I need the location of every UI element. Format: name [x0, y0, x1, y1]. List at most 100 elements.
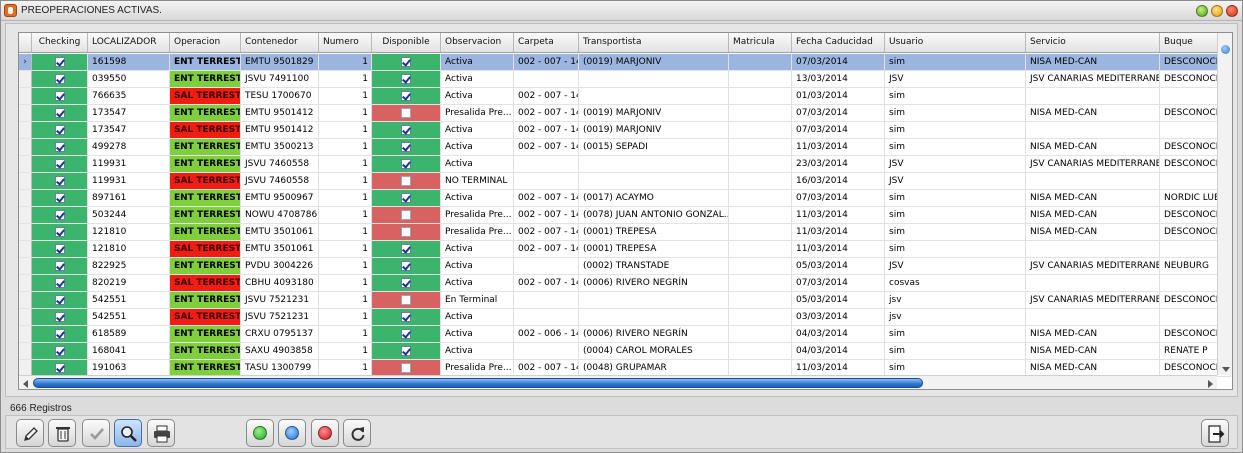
row-indicator[interactable]: › — [19, 54, 32, 70]
edit-button[interactable] — [16, 419, 44, 447]
blue-filter-button[interactable] — [278, 419, 306, 447]
disponible-checkbox[interactable] — [401, 278, 411, 288]
table-row[interactable]: 039550ENT TERRESTREJSVU 74911001 Activa 13… — [19, 71, 1231, 88]
search-button[interactable] — [114, 419, 142, 447]
table-row[interactable]: 173547ENT TERRESTREEMTU 95014121 Presalid… — [19, 105, 1231, 122]
table-row[interactable]: 822925ENT TERRESTREPVDU 30042261 Activa (0… — [19, 258, 1231, 275]
column-header-operacion[interactable]: Operacion — [170, 33, 241, 53]
disponible-checkbox[interactable] — [401, 91, 411, 101]
row-indicator[interactable] — [19, 139, 32, 155]
minimize-button[interactable] — [1196, 5, 1208, 17]
column-header-checking[interactable]: Checking — [32, 33, 88, 53]
disponible-checkbox[interactable] — [401, 295, 411, 305]
checking-checkbox[interactable] — [54, 295, 65, 305]
disponible-checkbox[interactable] — [401, 159, 411, 169]
checking-checkbox[interactable] — [54, 159, 65, 169]
row-indicator[interactable] — [19, 190, 32, 206]
table-row[interactable]: 766635SAL TERRESTRETESU 17006701 Activa00… — [19, 88, 1231, 105]
horizontal-scroll-thumb[interactable] — [33, 378, 923, 388]
row-indicator[interactable] — [19, 71, 32, 87]
disponible-checkbox[interactable] — [401, 312, 411, 322]
table-row[interactable]: 499278ENT TERRESTREEMTU 35002131 Activa00… — [19, 139, 1231, 156]
row-indicator[interactable] — [19, 309, 32, 325]
disponible-checkbox[interactable] — [401, 261, 411, 271]
data-grid[interactable]: Checking LOCALIZADOR Operacion Contenedor Nu… — [18, 32, 1233, 390]
exit-button[interactable] — [1201, 419, 1229, 447]
table-row[interactable]: 173547SAL TERRESTREEMTU 95014121 Activa00… — [19, 122, 1231, 139]
row-indicator[interactable] — [19, 343, 32, 359]
checking-checkbox[interactable] — [54, 312, 65, 322]
disponible-checkbox[interactable] — [401, 74, 411, 84]
horizontal-scrollbar[interactable] — [19, 375, 1217, 389]
table-row[interactable]: 121810SAL TERRESTREEMTU 35010611 Activa00… — [19, 241, 1231, 258]
checking-checkbox[interactable] — [54, 125, 65, 135]
table-row[interactable]: 618589ENT TERRESTRECRXU 07951371 Activa00… — [19, 326, 1231, 343]
disponible-checkbox[interactable] — [401, 125, 411, 135]
column-header-carpeta[interactable]: Carpeta — [514, 33, 579, 53]
row-indicator[interactable] — [19, 105, 32, 121]
row-indicator[interactable] — [19, 258, 32, 274]
table-row[interactable]: 542551SAL TERRESTREJSVU 75212311 Activa 03… — [19, 309, 1231, 326]
table-row[interactable]: 503244ENT TERRESTRENOWU 47087861 Presalid… — [19, 207, 1231, 224]
column-header-usuario[interactable]: Usuario — [885, 33, 1026, 53]
disponible-checkbox[interactable] — [401, 227, 411, 237]
checking-checkbox[interactable] — [54, 176, 65, 186]
table-row[interactable]: 119931SAL TERRESTREJSVU 74605581 NO TERMI… — [19, 173, 1231, 190]
column-header-matricula[interactable]: Matricula — [729, 33, 792, 53]
column-header-contenedor[interactable]: Contenedor — [241, 33, 319, 53]
disponible-checkbox[interactable] — [401, 142, 411, 152]
disponible-checkbox[interactable] — [401, 346, 411, 356]
table-row[interactable]: 168041ENT TERRESTRESAXU 49038581 Activa (0… — [19, 343, 1231, 360]
column-header-fecha-caducidad[interactable]: Fecha Caducidad — [792, 33, 885, 53]
disponible-checkbox[interactable] — [401, 108, 411, 118]
row-indicator[interactable] — [19, 360, 32, 376]
disponible-checkbox[interactable] — [401, 244, 411, 254]
row-indicator[interactable] — [19, 326, 32, 342]
table-row[interactable]: ›161598ENT TERRESTREEMTU 95018291Activa0… — [19, 54, 1231, 71]
checking-checkbox[interactable] — [54, 363, 65, 373]
table-row[interactable]: 542551ENT TERRESTREJSVU 75212311 En Termi… — [19, 292, 1231, 309]
table-row[interactable]: 820219SAL TERRESTRECBHU 40931801 Activa00… — [19, 275, 1231, 292]
column-header-observacion[interactable]: Observacion — [441, 33, 514, 53]
column-header-localizador[interactable]: LOCALIZADOR — [88, 33, 170, 53]
checking-checkbox[interactable] — [54, 57, 65, 67]
checking-checkbox[interactable] — [54, 193, 65, 203]
checking-checkbox[interactable] — [54, 329, 65, 339]
maximize-button[interactable] — [1211, 5, 1223, 17]
disponible-checkbox[interactable] — [401, 363, 411, 373]
checking-checkbox[interactable] — [54, 210, 65, 220]
disponible-checkbox[interactable] — [401, 57, 411, 67]
row-indicator[interactable] — [19, 241, 32, 257]
refresh-button[interactable] — [343, 419, 371, 447]
column-header-numero[interactable]: Numero — [319, 33, 372, 53]
disponible-checkbox[interactable] — [401, 329, 411, 339]
scroll-right-arrow-icon[interactable] — [1208, 380, 1213, 388]
print-button[interactable] — [147, 419, 175, 447]
disponible-checkbox[interactable] — [401, 176, 411, 186]
checking-checkbox[interactable] — [54, 261, 65, 271]
table-row[interactable]: 119931ENT TERRESTREJSVU 74605581 Activa 23… — [19, 156, 1231, 173]
table-row[interactable]: 121810ENT TERRESTREEMTU 35010611 Presalid… — [19, 224, 1231, 241]
close-button[interactable] — [1226, 5, 1238, 17]
table-row[interactable]: 897161ENT TERRESTREEMTU 95009671 Activa00… — [19, 190, 1231, 207]
scroll-down-arrow-icon[interactable] — [1222, 367, 1230, 372]
checking-checkbox[interactable] — [54, 142, 65, 152]
row-indicator[interactable] — [19, 292, 32, 308]
checking-checkbox[interactable] — [54, 278, 65, 288]
checking-checkbox[interactable] — [54, 74, 65, 84]
confirm-button[interactable] — [82, 419, 110, 447]
checking-checkbox[interactable] — [54, 108, 65, 118]
green-filter-button[interactable] — [246, 419, 274, 447]
checking-checkbox[interactable] — [54, 91, 65, 101]
row-indicator[interactable] — [19, 122, 32, 138]
row-indicator[interactable] — [19, 88, 32, 104]
vertical-scroll-thumb[interactable] — [1221, 45, 1230, 54]
red-filter-button[interactable] — [311, 419, 339, 447]
column-header-servicio[interactable]: Servicio — [1026, 33, 1160, 53]
disponible-checkbox[interactable] — [401, 193, 411, 203]
checking-checkbox[interactable] — [54, 244, 65, 254]
vertical-scrollbar[interactable] — [1217, 33, 1232, 375]
checking-checkbox[interactable] — [54, 227, 65, 237]
row-indicator[interactable] — [19, 275, 32, 291]
delete-button[interactable] — [48, 419, 76, 447]
